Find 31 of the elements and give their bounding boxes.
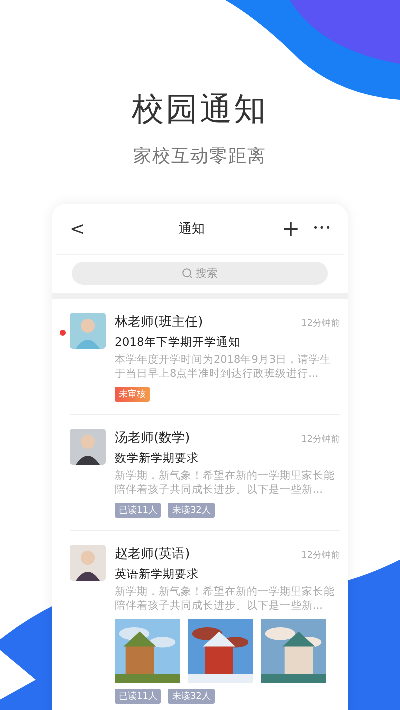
notice-subject: 2018年下学期开学通知 xyxy=(115,335,242,350)
hero-subtitle: 家校互动零距离 xyxy=(134,145,266,168)
avatar-icon xyxy=(70,545,106,581)
avatar-icon xyxy=(70,313,106,349)
sender-name: 林老师(班主任) xyxy=(115,314,204,331)
read-count-tag: 未读32人 xyxy=(168,503,215,518)
notice-preview: 本学年度开学时间为2018年9月3日，请学生于当日早上8点半准时到达行政班级进行... xyxy=(115,353,332,381)
notice-item[interactable]: 赵老师(英语) 12分钟前 英语新学期要求 新学期，新气象！希望在新的一学期里家长能陪伴着孩子共同成长进步。以下是一些新... 已读11人 未读32人 xyxy=(70,531,340,710)
notice-preview: 新学期，新气象！希望在新的一学期里家长能陪伴着孩子共同成长进步。以下是一些新... xyxy=(115,585,336,613)
notice-item[interactable]: 林老师(班主任) 12分钟前 2018年下学期开学通知 本学年度开学时间为2018年9月3日，请学生于当日早上8点半准时到达行政班级进行... 未审核 xyxy=(70,299,340,415)
notice-time: 12分钟前 xyxy=(302,318,340,330)
notice-subject: 英语新学期要求 xyxy=(115,567,200,582)
more-button[interactable]: ••• xyxy=(308,224,332,234)
back-button[interactable]: < xyxy=(70,218,110,240)
notice-time: 12分钟前 xyxy=(302,550,340,562)
status-tag: 未审核 xyxy=(115,387,150,402)
sender-name: 赵老师(英语) xyxy=(115,546,190,563)
add-button[interactable]: + xyxy=(274,216,308,242)
search-icon xyxy=(182,268,193,279)
sender-name: 汤老师(数学) xyxy=(115,430,190,447)
read-count-tag: 已读11人 xyxy=(115,689,162,704)
hero-title: 校园通知 xyxy=(132,89,268,130)
avatar-icon xyxy=(70,429,106,465)
screen-title: 通知 xyxy=(178,221,206,238)
read-count-tag: 已读11人 xyxy=(115,503,162,518)
read-count-tag: 未读32人 xyxy=(168,689,215,704)
notice-item[interactable]: 汤老师(数学) 12分钟前 数学新学期要求 新学期，新气象！希望在新的一学期里家长能陪伴着孩子共同成长进步。以下是一些新... 已读11人 未读32人 xyxy=(70,415,340,531)
search-field[interactable]: 搜索 xyxy=(72,262,328,285)
notice-time: 12分钟前 xyxy=(302,434,340,446)
notice-subject: 数学新学期要求 xyxy=(115,451,200,466)
notice-preview: 新学期，新气象！希望在新的一学期里家长能陪伴着孩子共同成长进步。以下是一些新... xyxy=(115,469,336,497)
